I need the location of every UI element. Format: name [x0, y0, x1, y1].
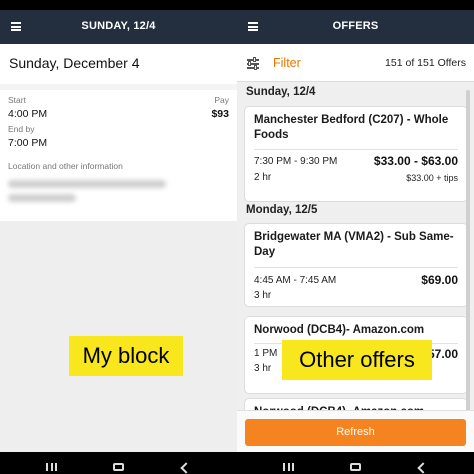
offer-time: 1 PM: [254, 348, 278, 359]
offer-title: Norwood (DCB4)- Amazon.com: [254, 324, 425, 336]
offer-count: 151 of 151 Offers: [385, 57, 466, 69]
offer-duration: 3 hr: [254, 363, 272, 374]
date-heading-card: Sunday, December 4: [0, 44, 237, 84]
offer-tips: $33.00 + tips: [406, 173, 458, 183]
offer-card[interactable]: Manchester Bedford (C207) - Whole Foods …: [244, 106, 468, 202]
offer-title: Manchester Bedford (C207) - Whole Foods: [254, 114, 449, 141]
offer-price: 57.00: [427, 347, 458, 361]
start-label: Start: [8, 95, 26, 105]
offer-price: $69.00: [421, 273, 458, 287]
left-header-title: SUNDAY, 12/4: [81, 20, 156, 32]
pay-label: Pay: [214, 95, 229, 105]
status-strip: [0, 0, 474, 10]
redacted-address-line: [8, 180, 166, 188]
nav-home-icon[interactable]: [350, 463, 361, 471]
divider: [254, 267, 458, 268]
filter-bar: Filter 151 of 151 Offers: [237, 44, 474, 82]
divider: [254, 149, 458, 150]
refresh-button[interactable]: Refresh: [245, 419, 466, 446]
redacted-address-line: [8, 194, 76, 202]
other-offers-label: Other offers: [282, 340, 432, 380]
end-value: 7:00 PM: [8, 137, 48, 149]
nav-home-icon[interactable]: [113, 463, 124, 471]
system-nav-bar: [0, 452, 474, 474]
offers-screen: OFFERS Filter 151 of 151 Offers Sunday, …: [237, 10, 474, 452]
date-heading: Sunday, December 4: [9, 55, 140, 71]
offer-duration: 2 hr: [254, 172, 272, 183]
filter-button[interactable]: Filter: [273, 56, 301, 70]
filter-icon[interactable]: [247, 57, 259, 70]
end-label: End by: [8, 124, 35, 134]
right-header-bar: OFFERS: [237, 10, 474, 44]
offer-duration: 3 hr: [254, 290, 272, 301]
left-header-bar: SUNDAY, 12/4: [0, 10, 237, 44]
nav-recents-icon[interactable]: [283, 463, 294, 471]
offer-time: 4:45 AM - 7:45 AM: [254, 275, 337, 286]
right-header-title: OFFERS: [332, 20, 379, 32]
location-label: Location and other information: [8, 161, 123, 171]
section-heading: Sunday, 12/4: [246, 86, 316, 98]
scrollbar[interactable]: [466, 90, 470, 416]
my-block-label: My block: [69, 336, 183, 376]
my-block-screen: SUNDAY, 12/4 Sunday, December 4 Start Pa…: [0, 10, 237, 452]
start-value: 4:00 PM: [8, 108, 48, 120]
section-heading: Monday, 12/5: [246, 204, 318, 216]
nav-recents-icon[interactable]: [46, 463, 57, 471]
refresh-bar: Refresh: [237, 410, 474, 452]
offer-card[interactable]: Bridgewater MA (VMA2) - Sub Same-Day 4:4…: [244, 223, 468, 307]
block-detail-card[interactable]: Start Pay 4:00 PM $93 End by 7:00 PM Loc…: [0, 90, 237, 221]
offer-price: $33.00 - $63.00: [373, 154, 458, 168]
offer-time: 7:30 PM - 9:30 PM: [254, 156, 338, 167]
offer-title: Bridgewater MA (VMA2) - Sub Same-Day: [254, 231, 454, 258]
pay-value: $93: [211, 108, 229, 120]
